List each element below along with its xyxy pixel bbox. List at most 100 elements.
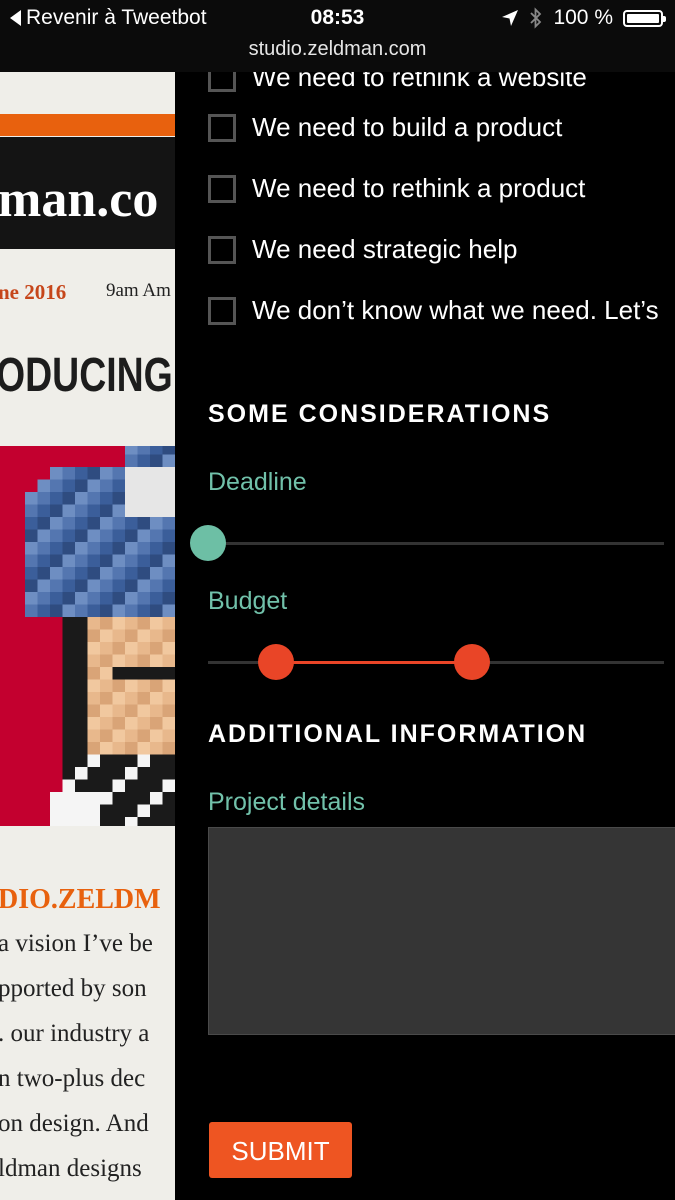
checkbox-row[interactable]: We need to rethink a product [208, 173, 585, 204]
pixel [125, 792, 138, 805]
pixel [125, 617, 138, 630]
pixel [150, 617, 163, 630]
pixel [162, 542, 175, 555]
pixel [150, 492, 163, 505]
checkbox[interactable] [208, 235, 236, 264]
checkbox-row[interactable]: We need strategic help [208, 234, 517, 265]
budget-max-handle[interactable] [454, 644, 491, 680]
pixel [87, 817, 100, 830]
pixel [137, 479, 150, 492]
pixel [50, 542, 63, 555]
pixel [137, 704, 150, 717]
pixel [137, 517, 150, 530]
pixel [162, 529, 175, 542]
deadline-slider-handle[interactable] [190, 525, 226, 561]
background-page[interactable]: man.co ne 2016 9am Am ODUCING S DIO.ZELD… [0, 72, 175, 1200]
article-subhead: DIO.ZELDM [0, 884, 161, 915]
pixel [87, 792, 100, 805]
pixel [62, 517, 75, 530]
considerations-heading: SOME CONSIDERATIONS [208, 400, 552, 428]
pixel [150, 479, 163, 492]
pixel [137, 654, 150, 667]
checkbox-row[interactable]: We don’t know what we need. Let’s [208, 295, 659, 326]
pixel [137, 729, 150, 742]
additional-info-heading: ADDITIONAL INFORMATION [208, 720, 588, 748]
pixel [112, 617, 125, 630]
pixel [112, 717, 125, 730]
pixel [62, 567, 75, 580]
pixel [150, 692, 163, 705]
pixel [112, 579, 125, 592]
pixel [125, 479, 138, 492]
pixel [100, 654, 113, 667]
pixel [112, 642, 125, 655]
pixel [125, 504, 138, 517]
article-text-line: pported by son [0, 975, 147, 1002]
pixel [112, 804, 125, 817]
pixel [137, 792, 150, 805]
pixel [100, 629, 113, 642]
pixel [62, 542, 75, 555]
pixel [150, 754, 163, 767]
pixel [150, 704, 163, 717]
post-time: 9am Am [106, 280, 171, 301]
url-bar[interactable]: studio.zeldman.com [0, 38, 675, 61]
pixel [125, 742, 138, 755]
pixel [162, 817, 175, 830]
pixel [100, 517, 113, 530]
checkbox[interactable] [208, 72, 236, 92]
pixel [100, 642, 113, 655]
pixel [100, 592, 113, 605]
project-details-textarea[interactable] [208, 827, 675, 1035]
pixel [87, 667, 100, 680]
site-logo: man.co [0, 171, 159, 228]
pixel [62, 767, 75, 780]
pixel [150, 804, 163, 817]
checkbox[interactable] [208, 296, 236, 325]
pixel [87, 717, 100, 730]
pixel [137, 579, 150, 592]
pixel [137, 642, 150, 655]
checkbox[interactable] [208, 174, 236, 203]
pixel [87, 604, 100, 617]
pixel [137, 442, 150, 455]
pixel [162, 629, 175, 642]
pixel [100, 479, 113, 492]
pixel [100, 692, 113, 705]
checkbox[interactable] [208, 113, 236, 142]
article-text-line: n two-plus dec [0, 1065, 146, 1092]
pixel [25, 542, 38, 555]
pixel [50, 592, 63, 605]
pixel [75, 742, 88, 755]
pixel [162, 467, 175, 480]
pixel [150, 642, 163, 655]
pixel [37, 604, 50, 617]
pixel [75, 754, 88, 767]
pixel [75, 542, 88, 555]
pixel [87, 517, 100, 530]
deadline-slider-track[interactable] [208, 542, 664, 545]
pixel [75, 479, 88, 492]
pixel [125, 704, 138, 717]
pixel [112, 517, 125, 530]
pixel [62, 467, 75, 480]
checkbox-row[interactable]: We need to rethink a website [208, 72, 587, 93]
pixel [75, 717, 88, 730]
pixel [62, 667, 75, 680]
pixel [100, 542, 113, 555]
pixel [100, 579, 113, 592]
orange-stripe [0, 114, 175, 136]
submit-button[interactable]: SUBMIT [209, 1122, 352, 1178]
pixel [112, 504, 125, 517]
pixel [137, 817, 150, 830]
pixel [62, 704, 75, 717]
pixel [75, 504, 88, 517]
pixel [162, 742, 175, 755]
budget-slider-range [276, 661, 473, 664]
checkbox-row[interactable]: We need to build a product [208, 112, 562, 143]
budget-min-handle[interactable] [258, 644, 295, 680]
pixel [100, 804, 113, 817]
pixel [137, 554, 150, 567]
pixel [162, 779, 175, 792]
pixel [150, 667, 163, 680]
